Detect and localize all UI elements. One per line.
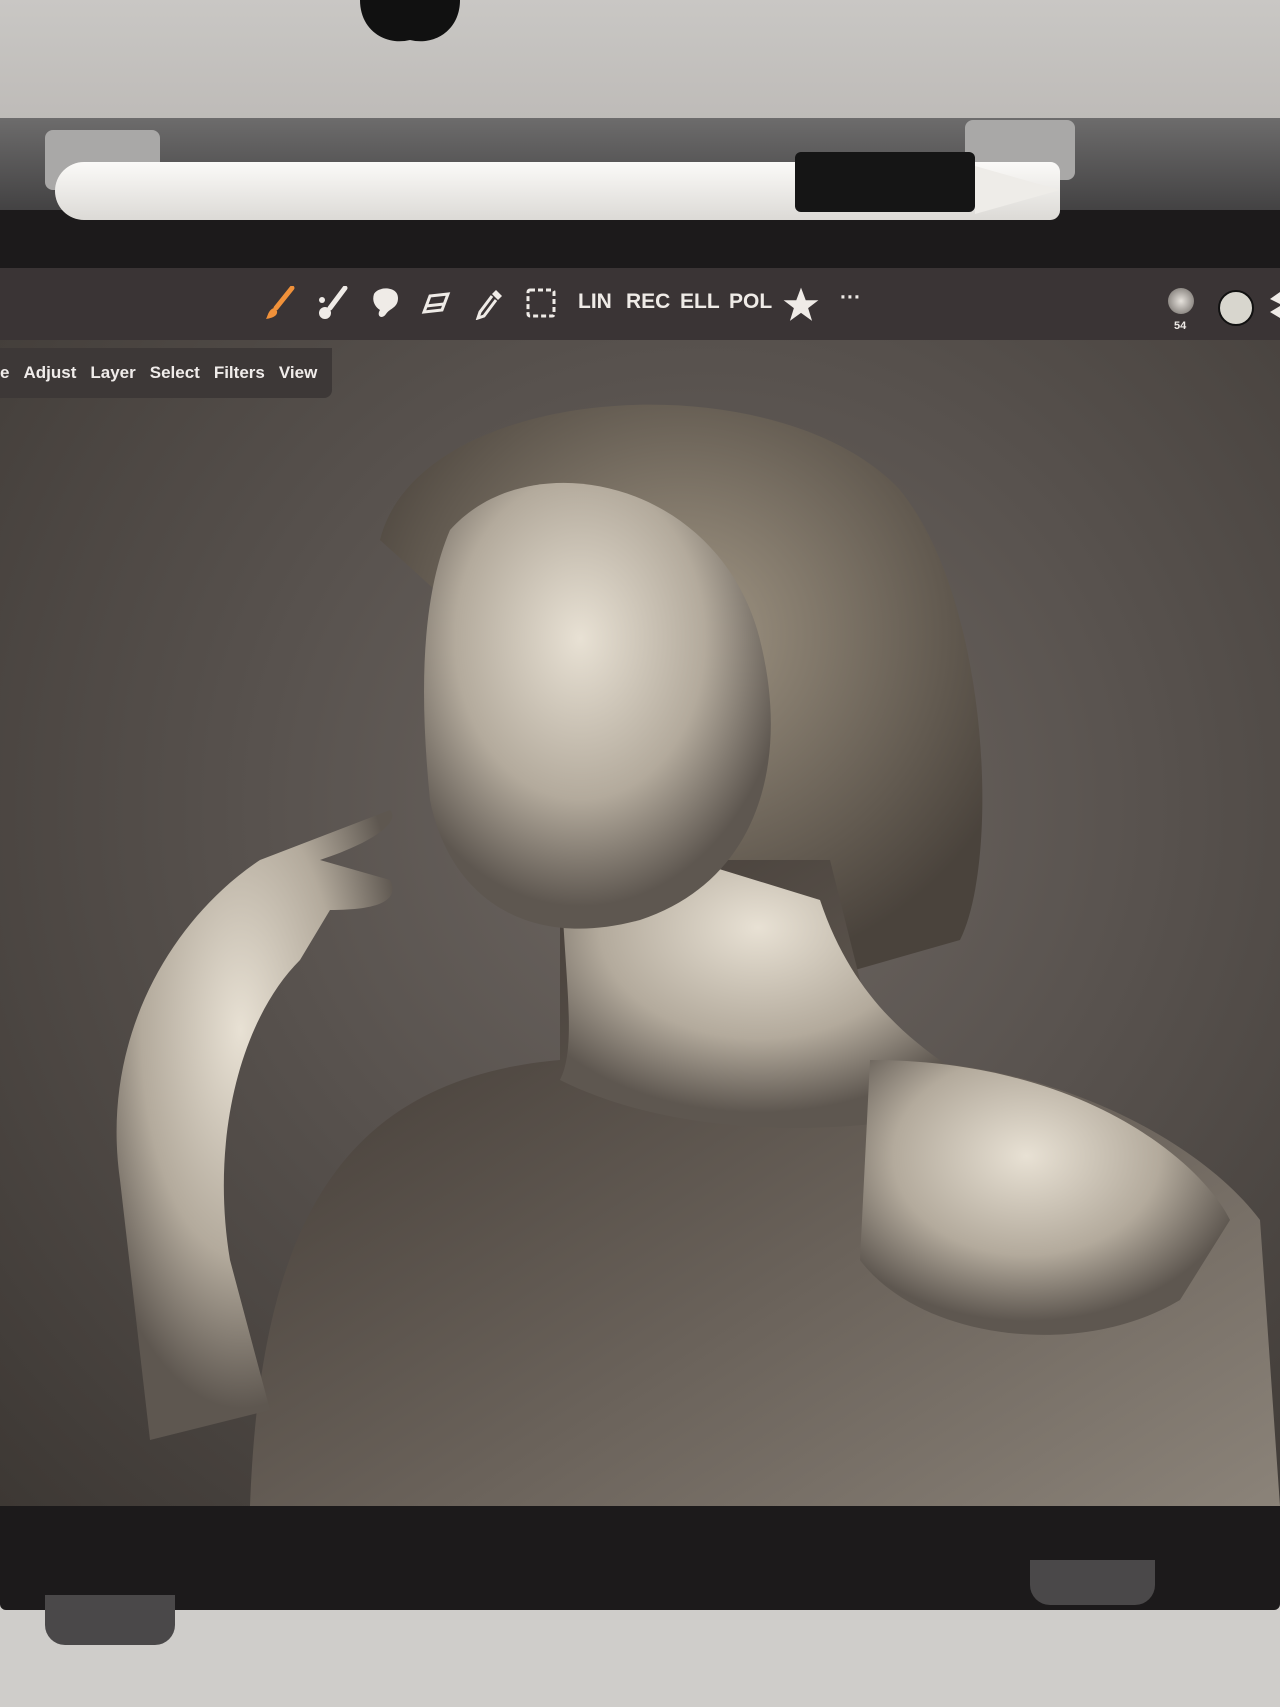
apple-logo-icon	[360, 0, 460, 42]
menu-layer[interactable]: Layer	[90, 363, 135, 383]
selection-icon[interactable]	[525, 286, 557, 320]
menu-adjust[interactable]: Adjust	[23, 363, 76, 383]
menu-view[interactable]: View	[279, 363, 317, 383]
portrait-painting	[116, 404, 1280, 1506]
pencil-tip	[975, 166, 1060, 214]
stand-foot-right	[1030, 1560, 1155, 1605]
polygon-tool[interactable]: POL	[729, 290, 772, 314]
brush-size-preview[interactable]	[1168, 288, 1194, 314]
line-tool[interactable]: LIN	[578, 290, 612, 314]
eyedropper-icon[interactable]	[474, 286, 506, 320]
menu-select[interactable]: Select	[150, 363, 200, 383]
ellipse-tool[interactable]: ELL	[680, 290, 720, 314]
menu-filters[interactable]: Filters	[214, 363, 265, 383]
monitor-back	[0, 0, 1280, 130]
app-screen: LIN REC ELL POL ··· 54 e Adjust Layer Se…	[0, 268, 1280, 1506]
paint-brush-icon[interactable]	[264, 286, 296, 320]
layers-icon[interactable]	[1268, 290, 1280, 320]
brush-size-value: 54	[1174, 320, 1187, 332]
rectangle-tool[interactable]: REC	[626, 290, 670, 314]
menu-bar: e Adjust Layer Select Filters View	[0, 348, 332, 398]
menu-image[interactable]: e	[0, 363, 9, 383]
pencil-grip	[795, 152, 975, 212]
more-button[interactable]: ···	[840, 286, 861, 310]
smudge-icon[interactable]	[370, 286, 402, 320]
canvas[interactable]	[0, 340, 1280, 1506]
eraser-icon[interactable]	[420, 286, 452, 320]
stand-foot-left	[45, 1595, 175, 1645]
blend-brush-icon[interactable]	[316, 286, 348, 320]
color-swatch[interactable]	[1218, 290, 1254, 326]
star-icon[interactable]	[782, 286, 820, 324]
toolbar: LIN REC ELL POL ··· 54	[0, 268, 1280, 340]
